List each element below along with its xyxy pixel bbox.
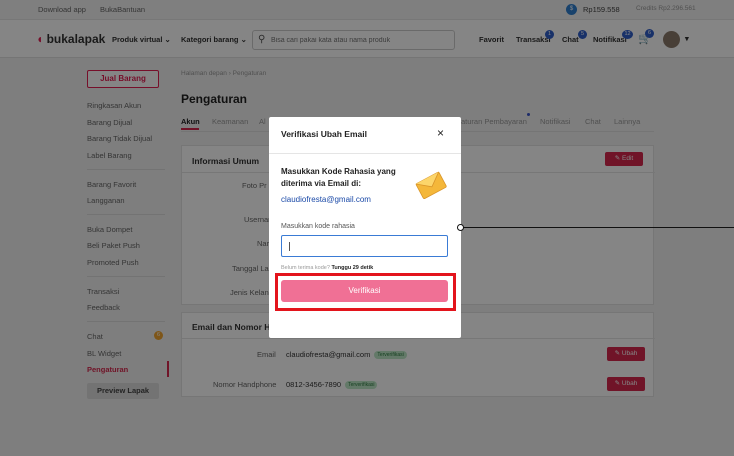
code-input-label: Masukkan kode rahasia — [281, 223, 355, 230]
modal-divider — [269, 153, 461, 154]
resend-prefix: Belum terima kode? — [281, 265, 330, 271]
modal-email: claudiofresta@gmail.com — [281, 195, 371, 204]
code-input[interactable] — [281, 235, 448, 257]
text-cursor — [289, 242, 290, 251]
resend-timer: Tunggu 29 detik — [331, 265, 374, 271]
close-icon[interactable]: × — [437, 126, 444, 140]
highlight-box — [275, 273, 456, 311]
modal-title: Verifikasi Ubah Email — [281, 129, 367, 139]
resend-info: Belum terima kode? Tunggu 29 detik — [281, 265, 373, 271]
modal-heading: Masukkan Kode Rahasia yang diterima via … — [281, 167, 396, 188]
pointer-line — [461, 227, 734, 228]
envelope-icon — [415, 171, 447, 199]
pointer-dot — [457, 224, 464, 231]
